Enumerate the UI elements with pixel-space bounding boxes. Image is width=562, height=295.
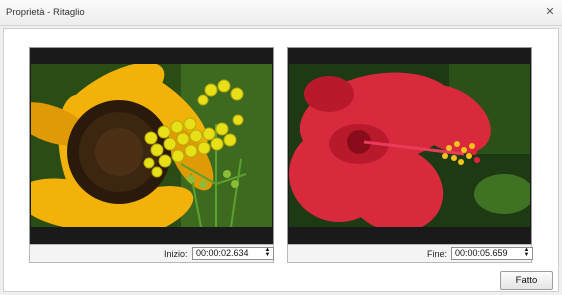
start-time-spinner-icon[interactable]: ▲ ▼ bbox=[264, 247, 271, 259]
close-icon[interactable]: ✕ bbox=[544, 6, 556, 18]
end-frame-image bbox=[289, 64, 530, 227]
end-frame-preview bbox=[287, 47, 532, 262]
end-time-label: Fine: bbox=[427, 249, 448, 259]
start-time-label: Inizio: bbox=[164, 249, 188, 259]
end-time-row: Fine: 00:00:05.659 ▲ ▼ bbox=[287, 244, 533, 263]
start-time-input[interactable]: 00:00:02.634 ▲ ▼ bbox=[192, 247, 274, 260]
window-title: Proprietà - Ritaglio bbox=[6, 7, 85, 18]
start-frame-image bbox=[31, 64, 272, 227]
done-button[interactable]: Fatto bbox=[500, 271, 553, 290]
start-frame-preview bbox=[29, 47, 274, 262]
end-time-input[interactable]: 00:00:05.659 ▲ ▼ bbox=[451, 247, 533, 260]
title-bar: Proprietà - Ritaglio ✕ bbox=[0, 0, 562, 26]
end-time-spinner-icon[interactable]: ▲ ▼ bbox=[523, 247, 530, 259]
start-time-value: 00:00:02.634 bbox=[196, 248, 249, 258]
start-time-row: Inizio: 00:00:02.634 ▲ ▼ bbox=[29, 244, 274, 263]
end-time-value: 00:00:05.659 bbox=[455, 248, 508, 258]
